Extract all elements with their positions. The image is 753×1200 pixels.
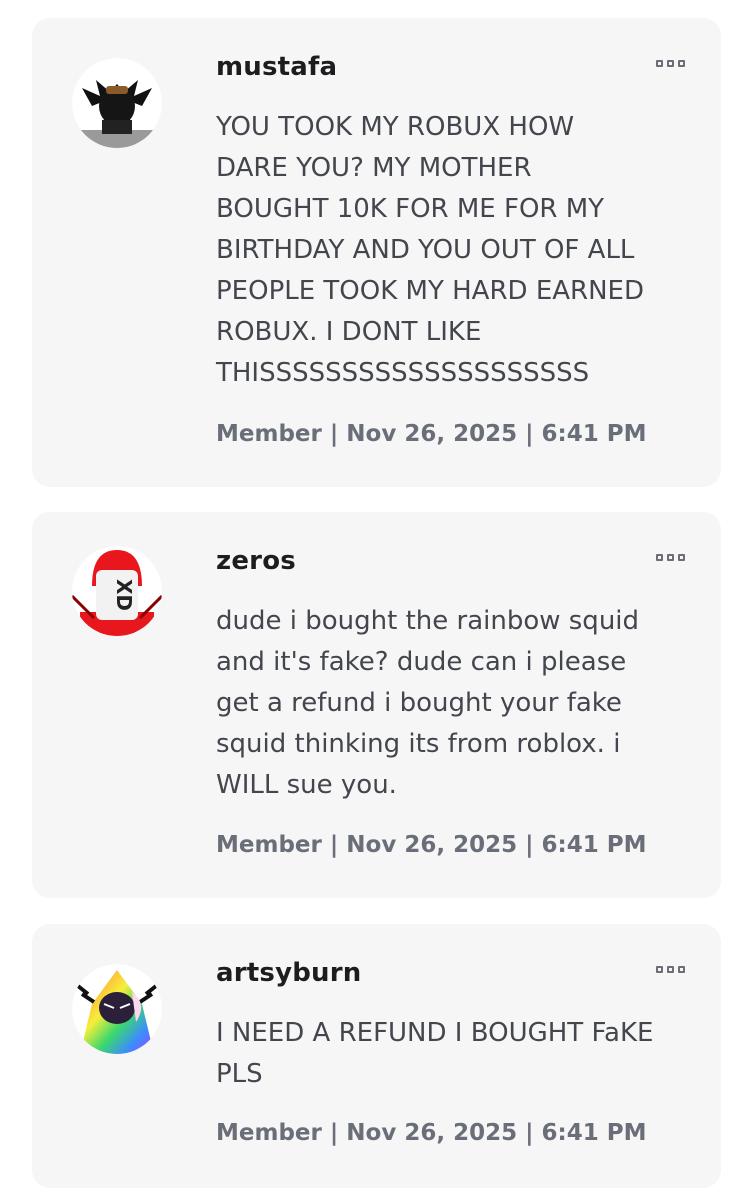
more-options-dot — [667, 60, 674, 67]
username[interactable]: mustafa — [216, 52, 337, 82]
avatar[interactable] — [72, 964, 162, 1054]
comment-meta: Member | Nov 26, 2025 | 6:41 PM — [216, 832, 647, 858]
more-options-button[interactable] — [654, 964, 687, 975]
comment-body: YOU TOOK MY ROBUX HOW DARE YOU? MY MOTHE… — [216, 112, 644, 388]
comment-meta: Member | Nov 26, 2025 | 6:41 PM — [216, 1120, 647, 1146]
more-options-dot — [678, 60, 685, 67]
avatar[interactable] — [72, 58, 162, 148]
comment-meta: Member | Nov 26, 2025 | 6:41 PM — [216, 421, 647, 447]
comment-card: XD zeros dude i bought the rainbow squid… — [32, 512, 721, 898]
more-options-dot — [667, 554, 674, 561]
more-options-icon — [656, 966, 663, 973]
comment-card: mustafa YOU TOOK MY ROBUX HOW DARE YOU? … — [32, 18, 721, 487]
avatar[interactable]: XD — [72, 546, 162, 636]
more-options-button[interactable] — [654, 552, 687, 563]
more-options-icon — [656, 554, 663, 561]
more-options-dot — [678, 966, 685, 973]
avatar-image — [72, 964, 162, 1054]
avatar-image — [72, 58, 162, 148]
avatar-image: XD — [72, 546, 162, 636]
more-options-dot — [667, 966, 674, 973]
comment-card: artsyburn I NEED A REFUND I BOUGHT FaKE … — [32, 924, 721, 1188]
more-options-dot — [678, 554, 685, 561]
more-options-icon — [656, 60, 663, 67]
username[interactable]: zeros — [216, 546, 296, 576]
avatar-face-text: XD — [112, 579, 136, 611]
username[interactable]: artsyburn — [216, 958, 361, 988]
more-options-button[interactable] — [654, 58, 687, 69]
comment-body: I NEED A REFUND I BOUGHT FaKE PLS — [216, 1018, 654, 1089]
comment-body: dude i bought the rainbow squid and it's… — [216, 606, 640, 800]
